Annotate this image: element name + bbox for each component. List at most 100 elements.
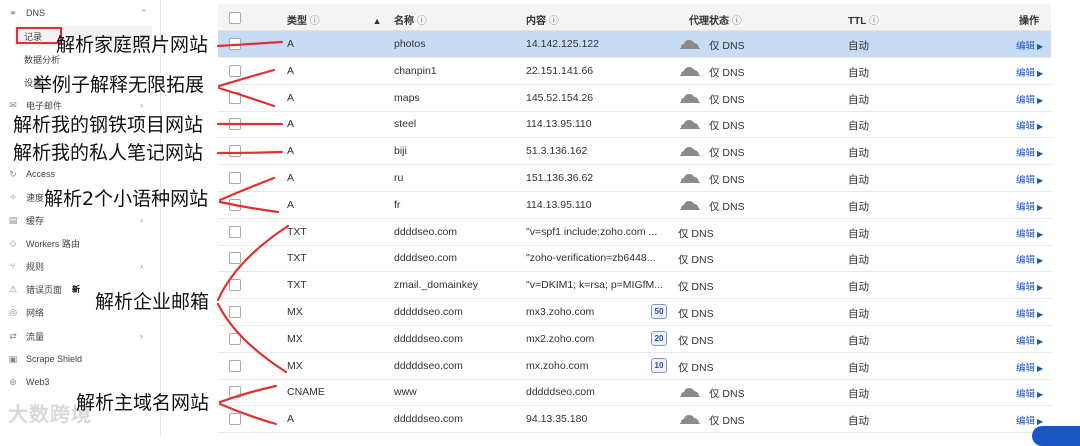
table-row[interactable]: MX dddddseo.com mx.zoho.com 10 仅 DNS 自动 编辑 ▶ [218, 353, 1051, 380]
edit-button[interactable]: 编辑 ▶ [1016, 360, 1043, 374]
grey-cloud-icon[interactable] [680, 145, 700, 157]
table-row[interactable]: TXT ddddseo.com "zoho-verification=zb6448.… [218, 245, 1051, 273]
row-checkbox[interactable] [229, 145, 241, 158]
select-all-checkbox[interactable] [229, 12, 241, 24]
sidebar-item-speed[interactable]: ✧ 速度 › [8, 188, 143, 206]
row-checkbox[interactable] [229, 306, 241, 318]
sidebar-item-label: 错误页面 [26, 284, 63, 295]
row-checkbox[interactable] [229, 38, 241, 50]
table-row[interactable]: CNAME www dddddseo.com 仅 DNS 自动 编辑 ▶ [218, 379, 1051, 407]
speed-icon: ✧ [9, 192, 17, 202]
grey-cloud-icon[interactable] [680, 118, 700, 130]
info-icon: ⓘ [548, 16, 559, 27]
edit-button[interactable]: 编辑 ▶ [1016, 172, 1043, 186]
edit-button[interactable]: 编辑 ▶ [1016, 279, 1043, 293]
row-checkbox[interactable] [229, 279, 241, 292]
caret-right-icon: ▶ [1037, 336, 1044, 346]
proxy-status: 仅 DNS [678, 281, 714, 294]
sidebar-item-error-pages[interactable]: ⚠ 错误页面 新 [8, 280, 80, 298]
table-row[interactable]: Abiji 51.3.136.162 仅 DNS 自动 编辑 ▶ [218, 138, 1051, 166]
row-checkbox[interactable] [229, 64, 241, 77]
sidebar-item-web3[interactable]: ⊛ Web3 [8, 373, 49, 391]
sidebar-item-analytics[interactable]: 数据分析 [24, 51, 60, 67]
table-row[interactable]: MX dddddseo.com mx3.zoho.com 50 仅 DNS 自动 编辑 ▶ [218, 299, 1051, 326]
caret-right-icon: ▶ [1037, 363, 1044, 373]
grey-cloud-icon[interactable] [680, 65, 700, 76]
row-checkbox[interactable] [229, 198, 241, 211]
header-content[interactable]: 内容 ⓘ [526, 12, 559, 27]
edit-button[interactable]: 编辑 ▶ [1016, 306, 1043, 320]
header-name[interactable]: 名称 ⓘ [394, 12, 427, 27]
record-ttl: 自动 [848, 174, 869, 186]
table-row[interactable]: TXT ddddseo.com "v=spf1 include:zoho.com .… [218, 219, 1051, 246]
table-row[interactable]: MX dddddseo.com mx2.zoho.com 20 仅 DNS 自动 编辑 ▶ [218, 326, 1051, 353]
proxy-status: 仅 DNS [678, 361, 714, 374]
grey-cloud-icon[interactable] [680, 172, 700, 183]
sidebar-item-access[interactable]: ↻ Access [8, 165, 55, 183]
record-type: A [287, 38, 295, 50]
table-row[interactable]: Achanpin1 22.151.141.66 仅 DNS 自动 编辑 ▶ [218, 58, 1051, 85]
table-row[interactable]: Asteel 114.13.95.110 仅 DNS 自动 编辑 ▶ [218, 111, 1051, 139]
edit-label: 编辑 [1016, 228, 1036, 240]
row-checkbox[interactable] [229, 252, 241, 265]
table-row[interactable]: Afr 114.13.95.110 仅 DNS 自动 编辑 ▶ [218, 192, 1051, 219]
record-name: zmail._domainkey [394, 279, 479, 292]
edit-button[interactable]: 编辑 ▶ [1016, 199, 1043, 213]
header-type[interactable]: 类型 ⓘ ▲ [287, 12, 381, 27]
sidebar-item-traffic[interactable]: ⇄ 流量 › [8, 327, 143, 345]
record-type: A [287, 172, 295, 184]
row-checkbox[interactable] [229, 225, 241, 238]
header-proxy[interactable]: 代理状态 ⓘ [689, 12, 742, 27]
sidebar-item-dns[interactable]: ⚭ DNS ⌃ [8, 4, 147, 22]
grey-cloud-icon[interactable] [680, 92, 700, 103]
edit-button[interactable]: 编辑 ▶ [1016, 118, 1043, 132]
table-row[interactable]: TXT zmail._domainkey "v=DKIM1; k=rsa; p=MI… [218, 272, 1051, 300]
table-row[interactable]: Amaps 145.52.154.26 仅 DNS 自动 编辑 ▶ [218, 85, 1051, 112]
grey-cloud-icon[interactable] [680, 413, 700, 425]
sidebar-item-email[interactable]: ✉ 电子邮件 › [8, 96, 143, 114]
edit-label: 编辑 [1016, 416, 1036, 428]
edit-button[interactable]: 编辑 ▶ [1016, 92, 1043, 106]
edit-label: 编辑 [1016, 255, 1036, 267]
edit-button[interactable]: 编辑 ▶ [1016, 252, 1043, 266]
table-row[interactable]: Aphotos 14.142.125.122 仅 DNS 自动 编辑 ▶ [218, 31, 1051, 58]
edit-button[interactable]: 编辑 ▶ [1016, 413, 1043, 427]
edit-button[interactable]: 编辑 ▶ [1016, 386, 1043, 400]
grey-cloud-icon[interactable] [680, 38, 700, 49]
edit-button[interactable]: 编辑 ▶ [1016, 333, 1043, 347]
chevron-right-icon: › [140, 215, 143, 225]
dns-icon: ⚭ [9, 8, 17, 18]
row-checkbox[interactable] [229, 359, 241, 372]
grey-cloud-icon[interactable] [680, 386, 700, 398]
annotation-notes: 解析我的私人笔记网站 [13, 142, 204, 164]
edit-label: 编辑 [1016, 148, 1036, 160]
chevron-right-icon: › [140, 261, 143, 271]
row-checkbox[interactable] [229, 386, 241, 399]
sidebar-item-rules[interactable]: ⑂ 规则 › [8, 257, 143, 275]
sidebar-item-workers[interactable]: ◇ Workers 路由 [8, 234, 80, 252]
row-checkbox[interactable] [229, 91, 241, 104]
row-checkbox[interactable] [229, 332, 241, 345]
sidebar: ⚭ DNS ⌃ 记录 数据分析 设置 ✉ 电子邮件 › ↻ Access ✧ 速… [0, 0, 161, 436]
floating-action-button[interactable] [1032, 426, 1080, 446]
record-ttl: 自动 [848, 147, 869, 160]
table-row[interactable]: Aru 151.136.36.62 仅 DNS 自动 编辑 ▶ [218, 165, 1051, 192]
sidebar-item-network[interactable]: ◎ 网络 [8, 303, 44, 321]
header-ttl[interactable]: TTL ⓘ [848, 12, 879, 27]
edit-button[interactable]: 编辑 ▶ [1016, 145, 1043, 159]
sidebar-item-cache[interactable]: ▤ 缓存 › [8, 211, 143, 229]
sidebar-item-scrape-shield[interactable]: ▣ Scrape Shield [8, 350, 82, 368]
row-checkbox[interactable] [229, 118, 241, 131]
header-proxy-label: 代理状态 [689, 16, 729, 27]
table-row[interactable]: Adddddseo.com 94.13.35.180 仅 DNS 自动 编辑 ▶ [218, 406, 1051, 434]
grey-cloud-icon[interactable] [680, 199, 700, 210]
record-name: dddddseo.com [394, 306, 463, 318]
row-checkbox[interactable] [229, 413, 241, 426]
proxy-status: 仅 DNS [709, 388, 745, 401]
record-content: 145.52.154.26 [526, 91, 594, 104]
edit-button[interactable]: 编辑 ▶ [1016, 226, 1043, 240]
row-checkbox[interactable] [229, 172, 241, 184]
edit-button[interactable]: 编辑 ▶ [1016, 65, 1043, 79]
edit-button[interactable]: 编辑 ▶ [1016, 38, 1043, 52]
sort-asc-icon[interactable]: ▲ [373, 16, 382, 26]
